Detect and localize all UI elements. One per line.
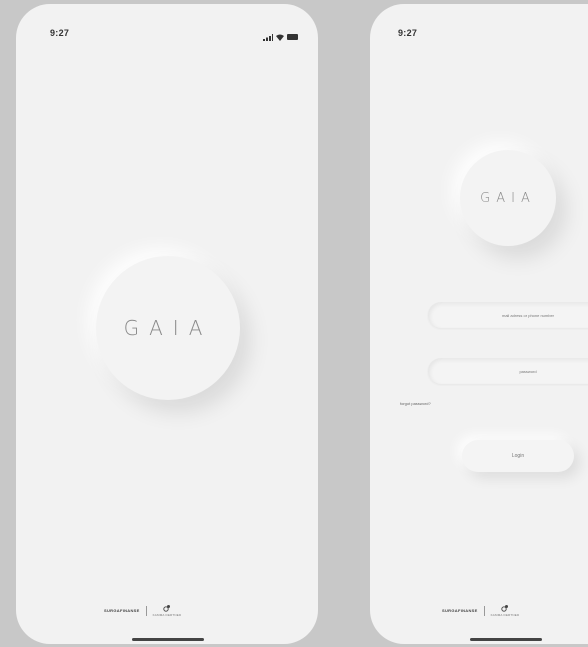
status-time: 9:27 [50, 28, 70, 38]
email-field[interactable]: mail adress or phone number [428, 302, 588, 328]
forgot-password-link[interactable]: forgot password? [400, 401, 431, 406]
logo-text: GAIA [123, 316, 213, 340]
logo-text: GAIA [480, 190, 536, 206]
footer-partner-label: KAMMA DERTNED [152, 613, 182, 617]
status-time: 9:27 [398, 28, 418, 38]
password-field[interactable]: password [428, 358, 588, 384]
footer-partner: KAMMA DERTNED [153, 604, 182, 617]
password-placeholder: password [519, 368, 537, 374]
app-logo: GAIA [96, 256, 240, 400]
footer-divider [483, 605, 485, 616]
home-indicator[interactable] [132, 638, 204, 641]
app-logo: GAIA [460, 150, 556, 246]
status-icons [263, 28, 298, 46]
footer-brands: SURGAFINANSE KAMMA DERTNED [442, 604, 519, 617]
footer-partner: KAMMA DERTNED [491, 604, 520, 617]
footer-partner-label: KAMMA DERTNED [490, 613, 520, 617]
footer-brands: SURGAFINANSE KAMMA DERTNED [104, 604, 181, 617]
login-button[interactable]: Login [462, 440, 574, 472]
partner-logo-icon [163, 605, 170, 612]
footer-divider [145, 605, 147, 616]
partner-logo-icon [501, 605, 508, 612]
email-placeholder: mail adress or phone number [501, 312, 555, 318]
footer-brand: SURGAFINANSE [442, 608, 478, 613]
signal-icon [263, 28, 273, 46]
login-button-label: Login [511, 453, 525, 459]
footer-brand: SURGAFINANSE [104, 608, 140, 613]
home-indicator[interactable] [470, 638, 542, 641]
wifi-icon [276, 28, 284, 46]
login-screen: 9:27 GAIA mail adress or phone number pa… [370, 4, 588, 644]
splash-screen: 9:27 GAIA SURGAFINANSE KAMMA DERTNED [16, 4, 318, 644]
battery-icon [287, 34, 298, 40]
